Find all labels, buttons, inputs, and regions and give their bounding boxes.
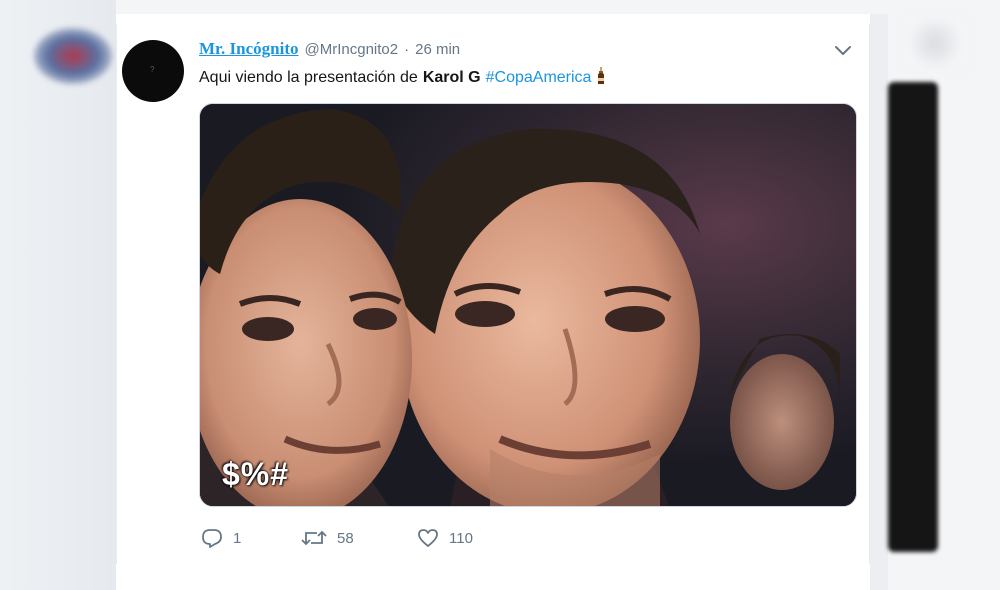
avatar-glyph: ? — [150, 65, 155, 74]
tweet-text: Aqui viendo la presentación de Karol G #… — [199, 64, 606, 87]
header-separator: · — [404, 41, 410, 58]
like-icon — [418, 529, 438, 547]
tweet-header: Mr. Incógnito @MrIncgnito2 · 26 min — [199, 39, 460, 61]
tweet-text-prefix: Aqui viendo la presentación de — [199, 69, 418, 86]
more-options-button[interactable] — [833, 44, 853, 60]
media-caption-text: $%# — [222, 456, 290, 492]
chevron-down-icon — [835, 46, 851, 55]
reply-button[interactable]: 1 — [201, 528, 301, 548]
display-name-link[interactable]: Mr. Incógnito — [199, 39, 299, 59]
avatar[interactable]: ? — [122, 40, 184, 102]
retweet-button[interactable]: 58 — [301, 528, 417, 548]
like-button[interactable]: 110 — [417, 528, 537, 548]
retweet-icon — [301, 530, 327, 546]
retweet-count: 58 — [337, 529, 354, 547]
background-left-column — [0, 0, 116, 590]
bottle-emoji-icon — [596, 67, 606, 85]
like-count: 110 — [449, 529, 473, 547]
timestamp-link[interactable]: 26 min — [415, 41, 460, 58]
tweet-media-image[interactable]: $%# — [199, 103, 857, 507]
reply-icon — [202, 529, 222, 548]
background-right-divider — [870, 14, 888, 590]
hashtag-link[interactable]: #CopaAmerica — [486, 69, 592, 87]
reply-count: 1 — [233, 529, 242, 547]
blurred-dark-panel — [888, 82, 938, 552]
user-handle: @MrIncgnito2 — [304, 41, 399, 58]
tweet-actions: 1 58 110 — [201, 527, 537, 549]
tweet-text-mention: Karol G — [422, 69, 481, 86]
tweet-card[interactable]: ? Mr. Incógnito @MrIncgnito2 · 26 min Aq… — [116, 24, 870, 564]
background-top — [0, 0, 1000, 14]
blurred-right-element — [905, 18, 965, 68]
blurred-avatar — [34, 28, 112, 84]
meme-photo — [200, 104, 856, 506]
